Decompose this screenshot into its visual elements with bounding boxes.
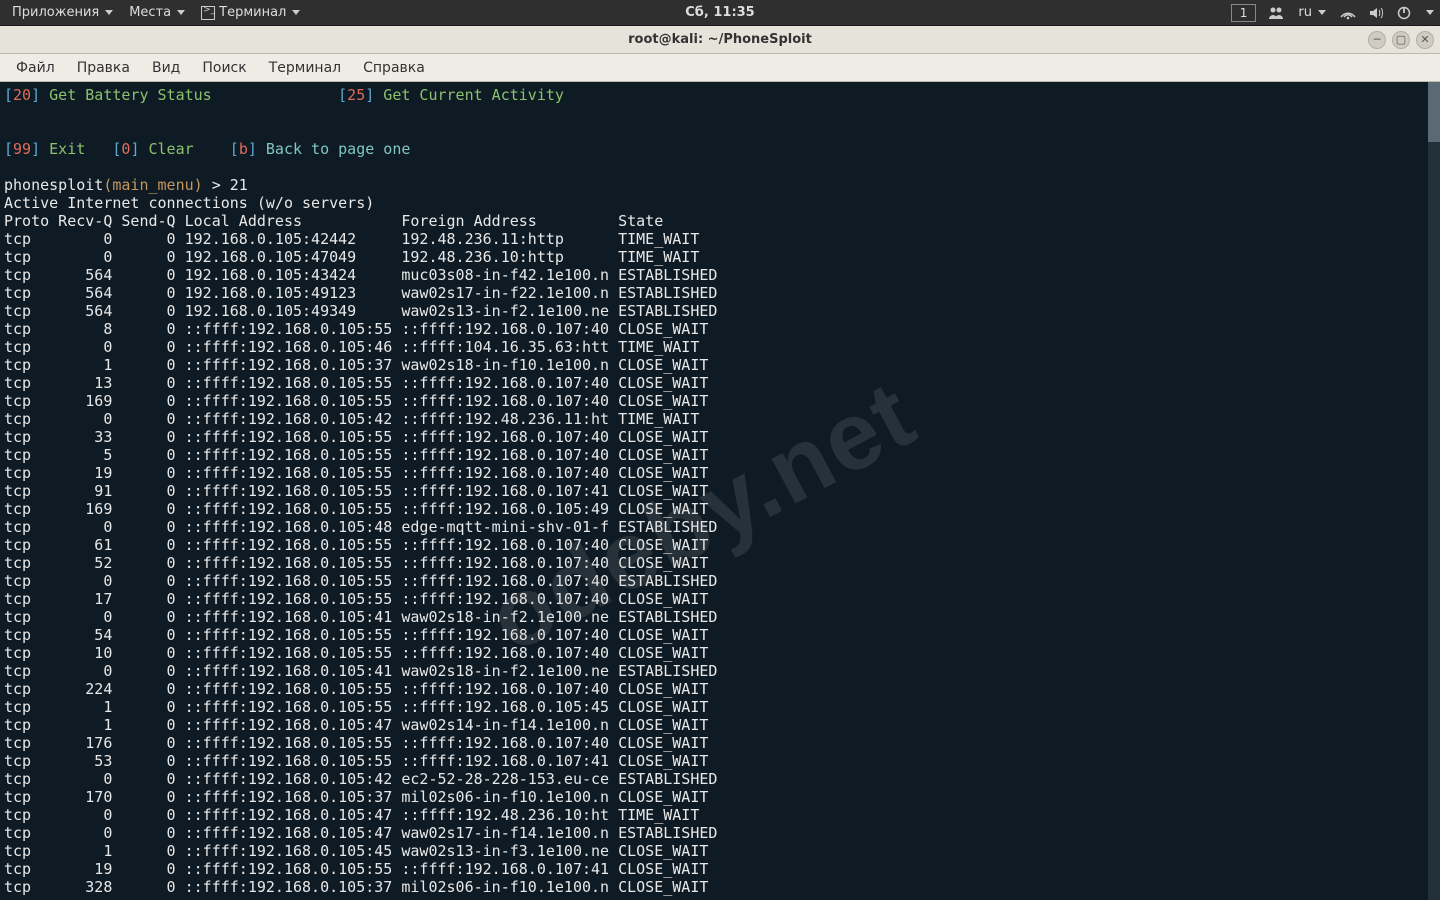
places-menu[interactable]: Места: [123, 3, 191, 22]
chevron-down-icon: [177, 10, 185, 15]
terminal-label: Терминал: [219, 5, 286, 20]
minimize-button[interactable]: ─: [1368, 31, 1386, 49]
power-icon[interactable]: [1396, 5, 1412, 21]
terminal-launcher[interactable]: Терминал: [195, 3, 306, 22]
scrollbar-track[interactable]: [1428, 82, 1440, 900]
chevron-down-icon: [1426, 10, 1434, 15]
applications-menu[interactable]: Приложения: [6, 3, 119, 22]
terminal-icon: [201, 6, 215, 20]
chevron-down-icon: [105, 10, 113, 15]
menu-file[interactable]: Файл: [6, 58, 65, 78]
places-label: Места: [129, 5, 171, 20]
gnome-top-panel: Приложения Места Терминал Сб, 11:35 1 ru: [0, 0, 1440, 26]
workspace-indicator[interactable]: 1: [1231, 4, 1257, 22]
menu-edit[interactable]: Правка: [67, 58, 140, 78]
terminal-window: root@kali: ~/PhoneSploit ─ ▢ ✕ Файл Прав…: [0, 26, 1440, 900]
scrollbar-thumb[interactable]: [1428, 82, 1440, 142]
terminal-output[interactable]: [20] Get Battery Status [25] Get Current…: [0, 82, 1440, 896]
close-button[interactable]: ✕: [1416, 31, 1434, 49]
window-titlebar[interactable]: root@kali: ~/PhoneSploit ─ ▢ ✕: [0, 26, 1440, 54]
chevron-down-icon: [1318, 10, 1326, 15]
locale-label: ru: [1298, 5, 1312, 20]
volume-icon[interactable]: [1368, 5, 1384, 21]
window-title: root@kali: ~/PhoneSploit: [628, 32, 812, 47]
menu-help[interactable]: Справка: [353, 58, 435, 78]
network-icon[interactable]: [1340, 5, 1356, 21]
keyboard-layout[interactable]: ru: [1296, 3, 1328, 22]
clock[interactable]: Сб, 11:35: [685, 5, 754, 20]
app-menubar: Файл Правка Вид Поиск Терминал Справка: [0, 54, 1440, 82]
menu-search[interactable]: Поиск: [192, 58, 256, 78]
users-icon[interactable]: [1268, 5, 1284, 21]
applications-label: Приложения: [12, 5, 99, 20]
menu-view[interactable]: Вид: [142, 58, 190, 78]
maximize-button[interactable]: ▢: [1392, 31, 1410, 49]
chevron-down-icon: [292, 10, 300, 15]
terminal-viewport[interactable]: odeby.net [20] Get Battery Status [25] G…: [0, 82, 1440, 900]
menu-terminal[interactable]: Терминал: [259, 58, 351, 78]
